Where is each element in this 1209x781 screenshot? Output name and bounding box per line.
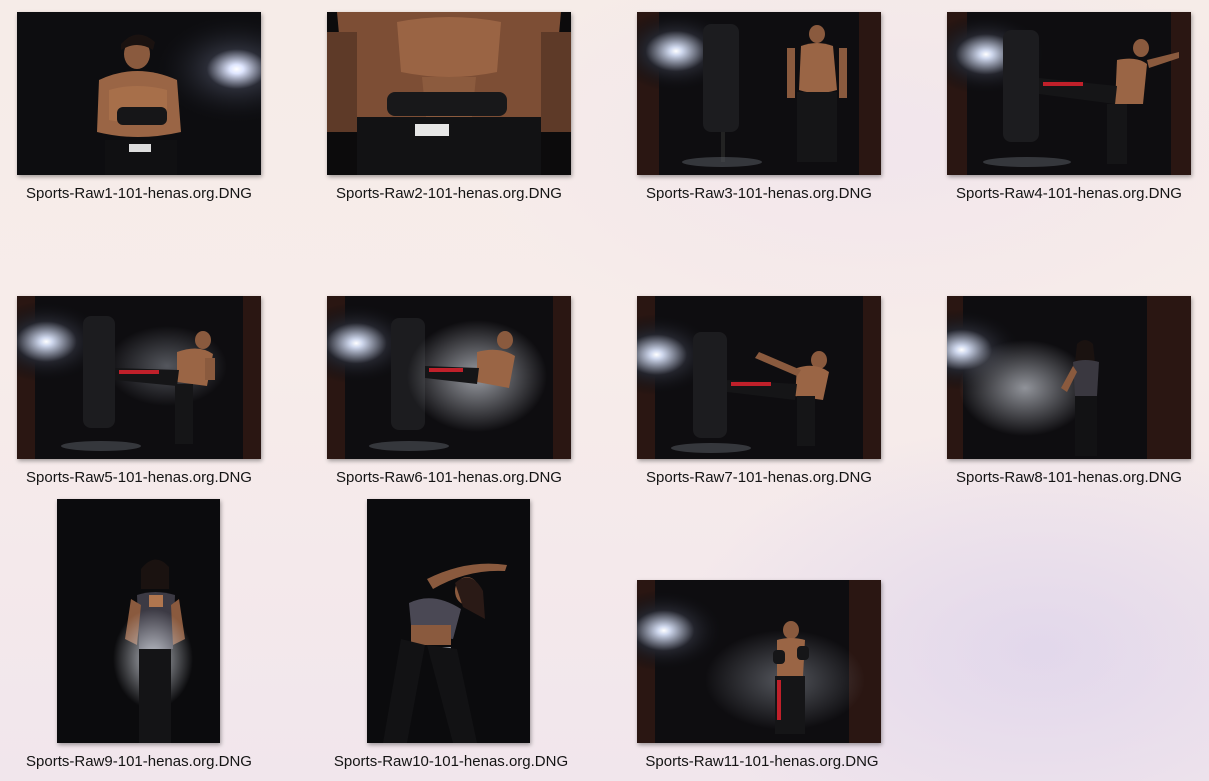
file-name-label[interactable]: Sports-Raw7-101-henas.org.DNG <box>624 469 894 487</box>
boxer-high-kick-photo[interactable] <box>947 12 1191 175</box>
photo-thumbnail <box>637 580 881 743</box>
file-name-label[interactable]: Sports-Raw5-101-henas.org.DNG <box>4 469 274 487</box>
photo-thumbnail <box>17 296 261 459</box>
boxer-guard-stance-photo[interactable] <box>637 580 881 743</box>
photo-thumbnail <box>947 12 1191 175</box>
photo-thumbnail <box>637 296 881 459</box>
boxer-side-kick-photo[interactable] <box>17 296 261 459</box>
photo-thumbnail <box>17 12 261 175</box>
boxer-wrapping-hands-photo[interactable] <box>17 12 261 175</box>
file-name-label[interactable]: Sports-Raw2-101-henas.org.DNG <box>314 185 584 203</box>
woman-side-stretch-photo[interactable] <box>367 499 530 743</box>
woman-chalk-dust-photo[interactable] <box>947 296 1191 459</box>
file-name-label[interactable]: Sports-Raw4-101-henas.org.DNG <box>934 185 1204 203</box>
woman-clapping-chalk-photo[interactable] <box>57 499 220 743</box>
photo-thumbnail <box>367 499 530 743</box>
file-name-label[interactable]: Sports-Raw10-101-henas.org.DNG <box>316 753 586 771</box>
boxer-roundhouse-kick-photo[interactable] <box>637 296 881 459</box>
file-name-label[interactable]: Sports-Raw9-101-henas.org.DNG <box>4 753 274 771</box>
photo-thumbnail <box>637 12 881 175</box>
boxer-torso-closeup-photo[interactable] <box>327 12 571 175</box>
photo-thumbnail <box>947 296 1191 459</box>
file-name-label[interactable]: Sports-Raw3-101-henas.org.DNG <box>624 185 894 203</box>
file-name-label[interactable]: Sports-Raw11-101-henas.org.DNG <box>627 753 897 771</box>
file-name-label[interactable]: Sports-Raw6-101-henas.org.DNG <box>314 469 584 487</box>
boxer-kick-chalk-cloud-photo[interactable] <box>327 296 571 459</box>
photo-thumbnail <box>327 296 571 459</box>
boxer-standing-by-bag-photo[interactable] <box>637 12 881 175</box>
photo-thumbnail <box>57 499 220 743</box>
file-name-label[interactable]: Sports-Raw8-101-henas.org.DNG <box>934 469 1204 487</box>
photo-thumbnail <box>327 12 571 175</box>
file-name-label[interactable]: Sports-Raw1-101-henas.org.DNG <box>4 185 274 203</box>
